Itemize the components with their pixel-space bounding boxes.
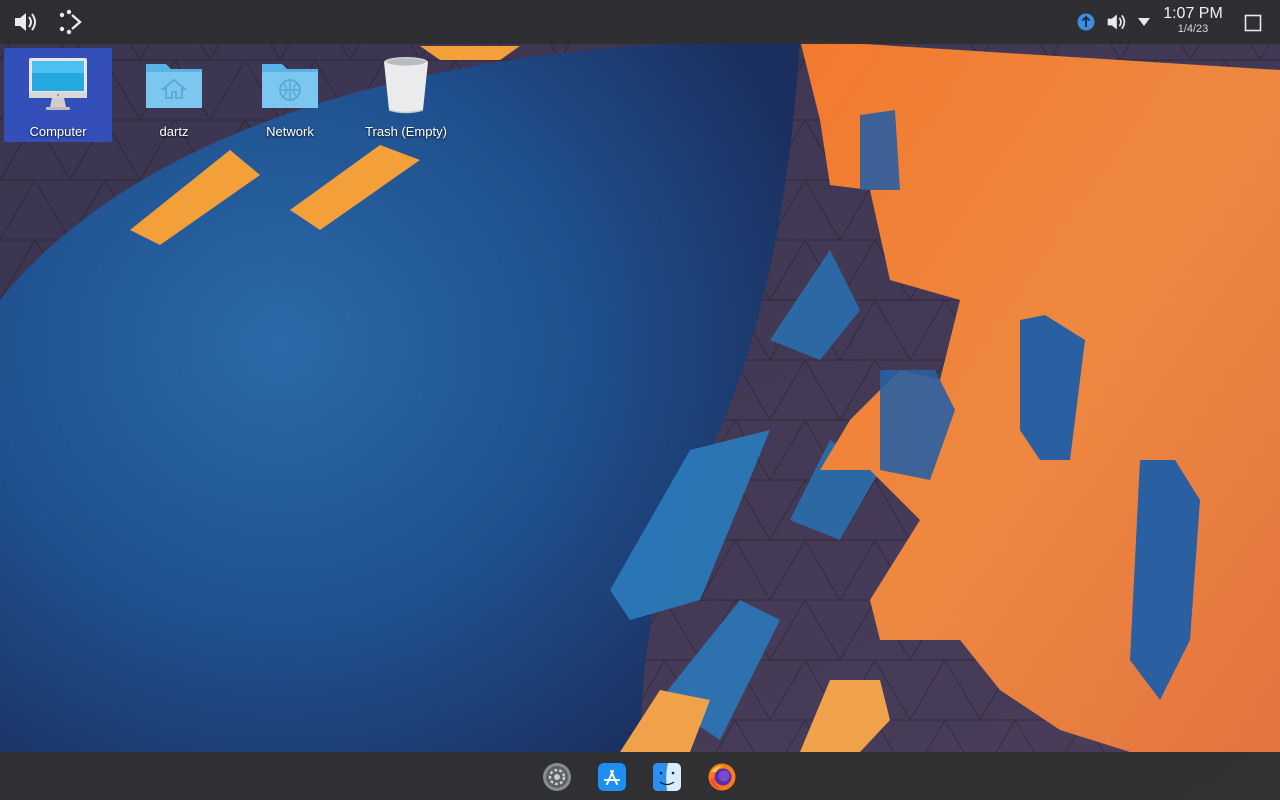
- clock-date: 1/4/23: [1177, 23, 1209, 35]
- desktop-icon-dartz[interactable]: dartz: [120, 48, 228, 142]
- system-settings-icon[interactable]: [542, 762, 572, 792]
- home-folder-icon: [146, 64, 202, 108]
- top-panel: 1:07 PM 1/4/23: [0, 0, 1280, 44]
- show-desktop-icon[interactable]: [1242, 12, 1264, 34]
- desktop-icon-network[interactable]: Network: [236, 48, 344, 142]
- desktop-icon-label: Trash (Empty): [365, 124, 447, 139]
- desktop-icon-trash[interactable]: Trash (Empty): [352, 48, 460, 142]
- finder-icon[interactable]: [652, 762, 682, 792]
- tray-expand-arrow-icon[interactable]: [1134, 14, 1154, 30]
- bottom-dock: [0, 752, 1280, 800]
- volume-icon[interactable]: [10, 8, 40, 36]
- firefox-icon[interactable]: [707, 762, 737, 792]
- desktop-icon-computer[interactable]: Computer: [4, 48, 112, 142]
- desktop-icon-label: Computer: [29, 124, 87, 139]
- desktop-icon-label: dartz: [159, 124, 189, 139]
- desktop-icon-label: Network: [266, 124, 314, 139]
- trash-icon: [384, 57, 428, 114]
- update-notifier-icon[interactable]: [1076, 12, 1096, 32]
- app-store-icon[interactable]: [597, 762, 627, 792]
- clock[interactable]: 1:07 PM 1/4/23: [1156, 6, 1230, 35]
- kde-activities-icon[interactable]: [54, 8, 84, 36]
- computer-monitor-icon: [29, 58, 87, 110]
- clock-time: 1:07 PM: [1163, 5, 1223, 22]
- tray-volume-icon[interactable]: [1104, 11, 1128, 33]
- network-folder-icon: [262, 64, 318, 108]
